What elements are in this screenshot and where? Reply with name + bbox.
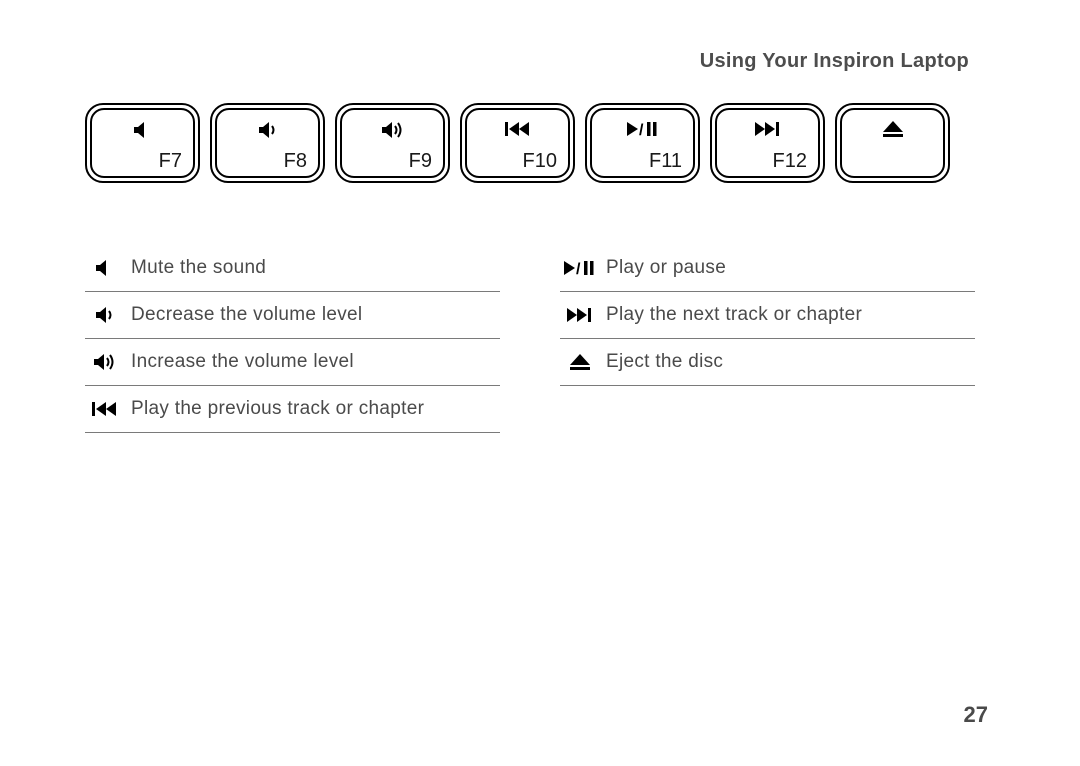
- previous-track-icon: [85, 401, 125, 417]
- key-label: F8: [284, 150, 307, 173]
- key-label: F10: [523, 150, 557, 173]
- page-number: 27: [964, 702, 988, 728]
- key-label: F12: [773, 150, 807, 173]
- volume-down-icon: [85, 306, 125, 324]
- key-f8: F8: [210, 103, 325, 183]
- play-pause-icon: [560, 260, 600, 276]
- key-f7: F7: [85, 103, 200, 183]
- legend: Mute the sound Decrease the volume level…: [85, 245, 975, 433]
- legend-text: Play the next track or chapter: [600, 304, 862, 326]
- previous-track-icon: [505, 121, 531, 137]
- legend-row: Play or pause: [560, 245, 975, 292]
- key-f9: F9: [335, 103, 450, 183]
- legend-row: Decrease the volume level: [85, 292, 500, 339]
- legend-text: Eject the disc: [600, 351, 723, 373]
- page-header: Using Your Inspiron Laptop: [85, 50, 975, 73]
- eject-icon: [883, 121, 903, 138]
- legend-text: Play or pause: [600, 257, 726, 279]
- legend-row: Play the next track or chapter: [560, 292, 975, 339]
- legend-row: Play the previous track or chapter: [85, 386, 500, 433]
- volume-up-icon: [381, 121, 405, 139]
- legend-right-column: Play or pause Play the next track or cha…: [560, 245, 975, 433]
- volume-up-icon: [85, 353, 125, 371]
- legend-text: Decrease the volume level: [125, 304, 362, 326]
- eject-icon: [560, 354, 600, 371]
- next-track-icon: [560, 307, 600, 323]
- legend-text: Increase the volume level: [125, 351, 354, 373]
- legend-row: Eject the disc: [560, 339, 975, 386]
- volume-down-icon: [258, 121, 278, 139]
- key-eject: [835, 103, 950, 183]
- key-f12: F12: [710, 103, 825, 183]
- legend-row: Mute the sound: [85, 245, 500, 292]
- legend-left-column: Mute the sound Decrease the volume level…: [85, 245, 500, 433]
- legend-text: Mute the sound: [125, 257, 266, 279]
- key-label: F9: [409, 150, 432, 173]
- key-f10: F10: [460, 103, 575, 183]
- next-track-icon: [755, 121, 781, 137]
- key-label: F11: [649, 150, 682, 173]
- key-f11: F11: [585, 103, 700, 183]
- play-pause-icon: [627, 121, 659, 137]
- mute-icon: [133, 121, 153, 139]
- function-key-row: F7 F8 F9 F10 F11 F12: [85, 103, 975, 183]
- legend-text: Play the previous track or chapter: [125, 398, 424, 420]
- mute-icon: [85, 259, 125, 277]
- legend-row: Increase the volume level: [85, 339, 500, 386]
- key-label: F7: [159, 150, 182, 173]
